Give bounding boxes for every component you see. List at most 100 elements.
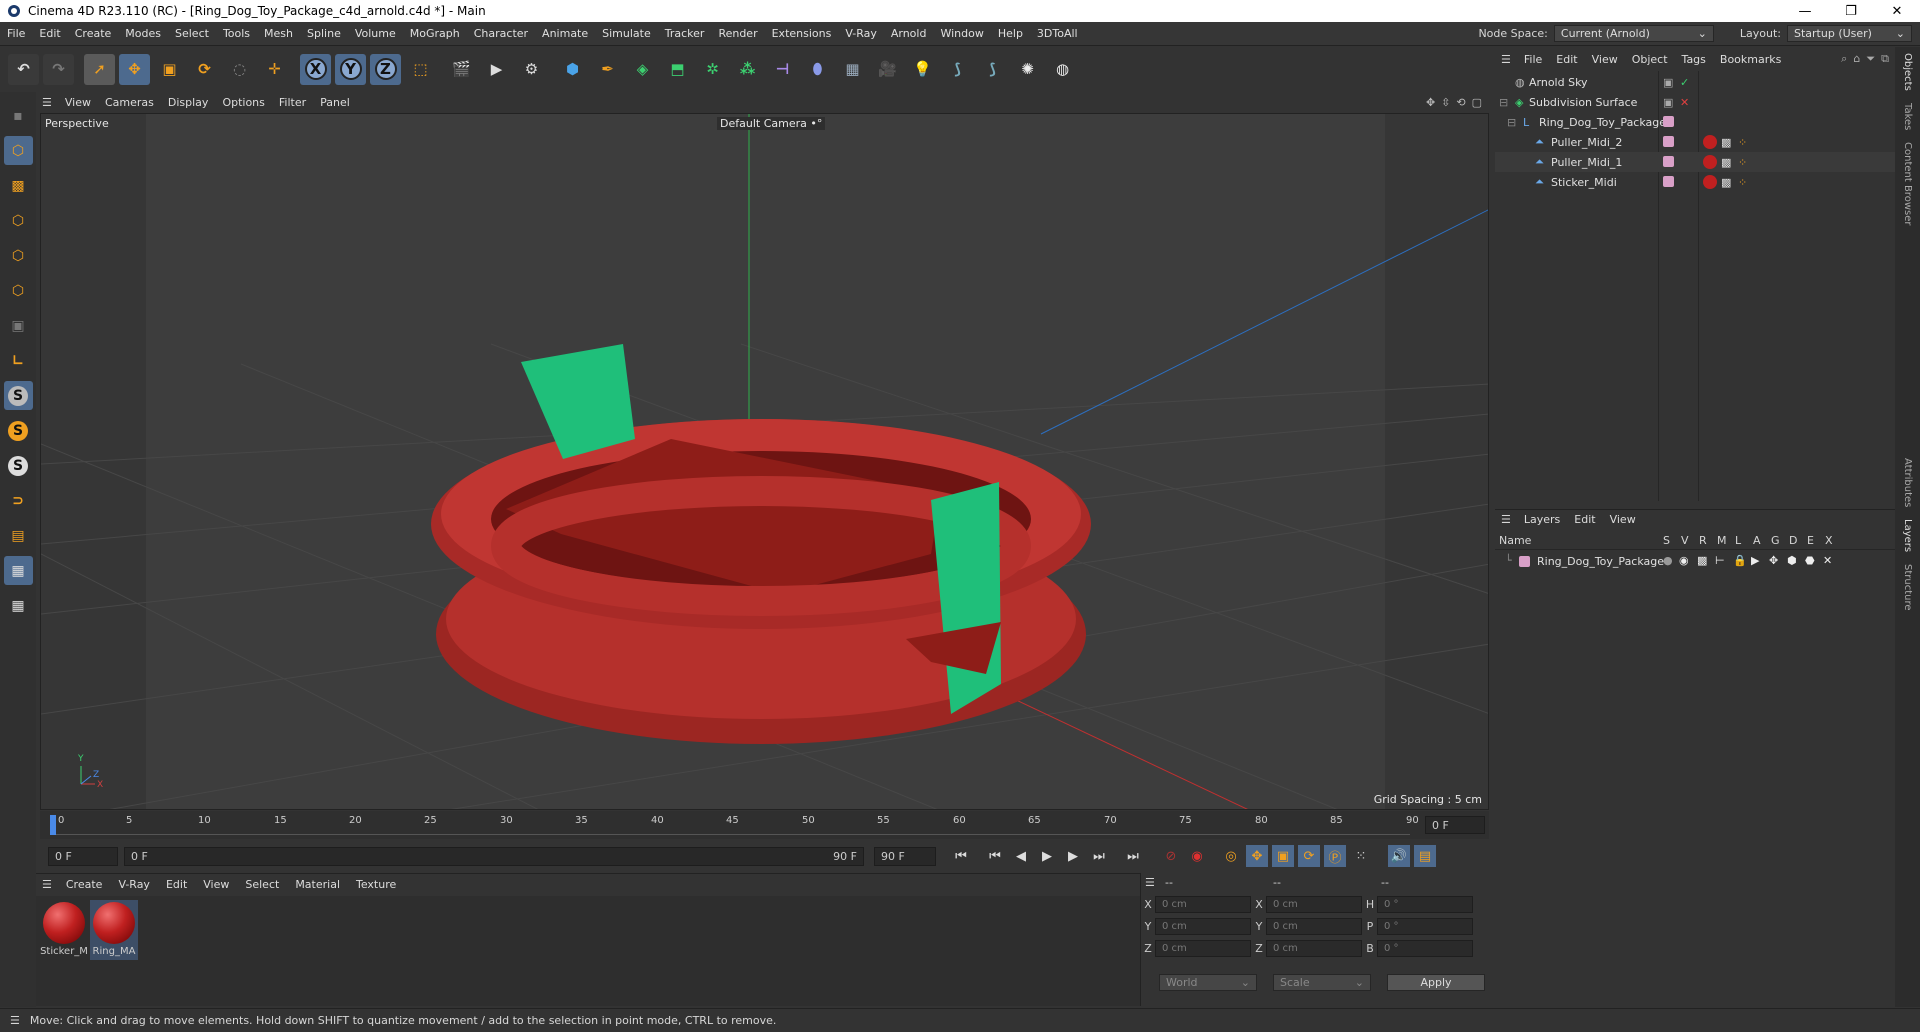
material-menu-texture[interactable]: Texture xyxy=(348,878,404,891)
previous-key-button[interactable]: ⏮ xyxy=(984,845,1006,867)
rotation-h-field[interactable]: 0 ° xyxy=(1377,895,1473,913)
play-button[interactable]: ▶ xyxy=(1036,845,1058,867)
material-menu-edit[interactable]: Edit xyxy=(158,878,195,891)
menu-tracker[interactable]: Tracker xyxy=(658,27,712,40)
dolly-view-icon[interactable]: ⇳ xyxy=(1441,96,1450,109)
solo-button[interactable]: S xyxy=(3,381,33,410)
material-swatch[interactable]: Ring_MA xyxy=(90,900,138,960)
menu-render[interactable]: Render xyxy=(711,27,764,40)
workplane-button[interactable]: ▤ xyxy=(4,521,33,550)
pan-view-icon[interactable]: ✥ xyxy=(1426,96,1435,109)
material-tag-icon[interactable] xyxy=(1703,135,1717,149)
render-view-button[interactable]: 🎬 xyxy=(446,54,477,85)
edit-flag-icon[interactable]: ▣ xyxy=(1663,76,1673,89)
workplane-lock-button[interactable]: ▦ xyxy=(3,556,33,585)
animation-icon[interactable]: ▶ xyxy=(1751,554,1759,567)
arnold-sky-button[interactable]: ◍ xyxy=(1047,54,1078,85)
material-menu-vray[interactable]: V-Ray xyxy=(110,878,158,891)
filter-icon[interactable]: ⏷ xyxy=(1866,52,1875,66)
previous-frame-button[interactable]: ◀ xyxy=(1010,845,1032,867)
timeline-ruler[interactable]: 0 F 0 5 10 15 20 25 30 35 40 45 50 55 60… xyxy=(40,811,1489,839)
hamburger-icon[interactable]: ☰ xyxy=(1495,513,1517,526)
apply-button[interactable]: Apply xyxy=(1387,974,1485,991)
start-frame-field[interactable]: 0 F xyxy=(48,846,118,866)
uvw-tag-icon[interactable]: ▩ xyxy=(1721,156,1731,169)
key-pla-button[interactable]: ⁙ xyxy=(1350,845,1372,867)
workplane-grid-button[interactable]: ▦ xyxy=(4,591,33,620)
position-x-field[interactable]: 0 cm xyxy=(1155,895,1251,913)
menu-help[interactable]: Help xyxy=(991,27,1030,40)
uvw-tag-icon[interactable]: ▩ xyxy=(1721,176,1731,189)
layer-color-swatch[interactable] xyxy=(1663,136,1674,147)
uvw-tag-icon[interactable]: ▩ xyxy=(1721,136,1731,149)
manager-icon[interactable]: ⊢ xyxy=(1715,554,1725,567)
go-to-start-button[interactable]: ⏮ xyxy=(950,845,972,867)
mograph-button[interactable]: ⁂ xyxy=(732,54,763,85)
material-tag-icon[interactable] xyxy=(1703,155,1717,169)
playhead[interactable] xyxy=(50,815,56,835)
material-menu-view[interactable]: View xyxy=(195,878,237,891)
cube-object-button[interactable]: ⬢ xyxy=(557,54,588,85)
layers-menu-edit[interactable]: Edit xyxy=(1567,513,1602,526)
render-settings-button[interactable]: ⚙ xyxy=(516,54,547,85)
edit-flag-icon[interactable]: ▣ xyxy=(1663,96,1673,109)
scale-tool-button[interactable]: ▣ xyxy=(154,54,185,85)
viewport-menu-cameras[interactable]: Cameras xyxy=(98,96,161,109)
object-row[interactable]: ◍ Arnold Sky ▣ ✓ xyxy=(1495,72,1895,92)
key-parameter-button[interactable]: Ⓟ xyxy=(1324,845,1346,867)
menu-simulate[interactable]: Simulate xyxy=(595,27,658,40)
axis-z-button[interactable]: Z xyxy=(370,53,401,85)
solo-hierarchy-button[interactable]: S xyxy=(4,451,33,480)
menu-mesh[interactable]: Mesh xyxy=(257,27,300,40)
enabled-check-icon[interactable]: ✓ xyxy=(1680,76,1689,89)
redo-button[interactable]: ↷ xyxy=(43,53,74,85)
axis-x-button[interactable]: X xyxy=(300,53,331,85)
hamburger-icon[interactable]: ☰ xyxy=(1495,53,1517,66)
last-tool-button[interactable]: ◌ xyxy=(224,54,255,85)
field-button[interactable]: ⬮ xyxy=(802,54,833,85)
viewport-menu-options[interactable]: Options xyxy=(215,96,271,109)
expression-icon[interactable]: ⬣ xyxy=(1805,554,1815,567)
size-y-field[interactable]: 0 cm xyxy=(1266,917,1362,935)
camera-object-button[interactable]: 🎥 xyxy=(872,54,903,85)
hamburger-icon[interactable]: ☰ xyxy=(36,96,58,109)
python-button[interactable]: ⟆ xyxy=(942,54,973,85)
rotate-tool-button[interactable]: ⟳ xyxy=(189,54,220,85)
autokey-button[interactable]: ◉ xyxy=(1186,845,1208,867)
next-key-button[interactable]: ⏭ xyxy=(1088,845,1110,867)
object-row[interactable]: ⏶ Puller_Midi_2 ▩ ⁘ xyxy=(1495,132,1895,152)
tab-objects[interactable]: Objects xyxy=(1902,47,1913,97)
points-mode-button[interactable]: ⬡ xyxy=(4,206,33,235)
light-object-button[interactable]: 💡 xyxy=(907,54,938,85)
uv-mode-button[interactable]: ▣ xyxy=(4,311,33,340)
axis-mode-button[interactable]: ∟ xyxy=(4,346,33,375)
menu-animate[interactable]: Animate xyxy=(535,27,595,40)
coordinate-space-dropdown[interactable]: World ⌄ xyxy=(1159,974,1257,991)
menu-volume[interactable]: Volume xyxy=(348,27,403,40)
subdivision-generator-button[interactable]: ◈ xyxy=(627,54,658,85)
menu-window[interactable]: Window xyxy=(933,27,990,40)
make-editable-button[interactable]: ▪ xyxy=(4,101,33,130)
tab-layers[interactable]: Layers xyxy=(1902,513,1913,558)
close-button[interactable]: ✕ xyxy=(1874,4,1920,19)
size-x-field[interactable]: 0 cm xyxy=(1266,895,1362,913)
hamburger-icon[interactable]: ☰ xyxy=(0,1014,30,1027)
solo-single-button[interactable]: S xyxy=(4,416,33,445)
menu-vray[interactable]: V-Ray xyxy=(838,27,884,40)
disabled-x-icon[interactable]: ✕ xyxy=(1680,96,1689,109)
rotate-view-icon[interactable]: ⟲ xyxy=(1456,96,1465,109)
texture-mode-button[interactable]: ▩ xyxy=(4,171,33,200)
camera-label[interactable]: Default Camera •° xyxy=(717,117,826,130)
key-scale-button[interactable]: ▣ xyxy=(1272,845,1294,867)
tab-takes[interactable]: Takes xyxy=(1902,97,1913,136)
key-position-button[interactable]: ✥ xyxy=(1246,845,1268,867)
python-generator-button[interactable]: ⟆ xyxy=(977,54,1008,85)
object-row[interactable]: ⊟ L Ring_Dog_Toy_Package xyxy=(1495,112,1895,132)
go-to-end-button[interactable]: ⏭ xyxy=(1122,845,1144,867)
layer-row[interactable]: └ Ring_Dog_Toy_Package ● ◉ ▩ ⊢ 🔒 ▶ ✥ ⬢ ⬣… xyxy=(1495,551,1895,571)
maximize-view-icon[interactable]: ▢ xyxy=(1472,96,1482,109)
move-tool-button[interactable]: ✥ xyxy=(119,53,150,85)
tab-content-browser[interactable]: Content Browser xyxy=(1902,136,1913,231)
sound-button[interactable]: 🔊 xyxy=(1388,845,1410,867)
object-menu-bookmarks[interactable]: Bookmarks xyxy=(1713,53,1788,66)
